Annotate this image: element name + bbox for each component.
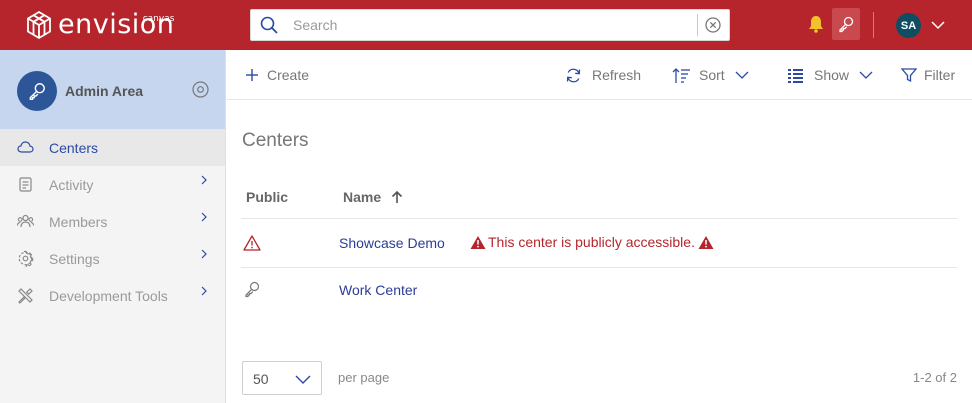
filter-icon — [901, 68, 917, 83]
public-warning: This center is publicly accessible. — [470, 234, 714, 250]
sidebar-item-members[interactable]: Members — [0, 203, 225, 240]
refresh-label: Refresh — [592, 67, 642, 83]
sidebar-item-label: Development Tools — [49, 288, 168, 304]
search-divider — [697, 14, 698, 36]
sidebar-item-development-tools[interactable]: Development Tools — [0, 277, 225, 314]
warning-filled-icon — [698, 235, 714, 249]
plus-icon — [246, 69, 258, 81]
activity-icon — [19, 177, 32, 192]
chevron-down-icon — [735, 71, 749, 79]
table-divider — [241, 218, 957, 219]
sidebar-item-activity[interactable]: Activity — [0, 166, 225, 203]
table-divider — [241, 267, 957, 268]
top-bar: envision canvas Search SA — [0, 0, 972, 50]
show-button[interactable]: Show — [787, 50, 873, 100]
refresh-button[interactable]: Refresh — [565, 50, 641, 100]
key-icon — [839, 16, 854, 33]
per-page-label: per page — [338, 370, 390, 385]
topbar-divider — [873, 12, 874, 38]
list-view-icon — [788, 68, 803, 83]
sort-ascending-icon — [391, 190, 403, 203]
toolbar: Create Refresh Sort Show Filter — [227, 50, 972, 100]
search-input[interactable] — [293, 11, 697, 39]
logo-text: envision canvas — [58, 10, 174, 40]
app-window: envision canvas Search SA Admin Area Cen… — [0, 0, 972, 403]
notifications-bell-icon[interactable] — [806, 14, 826, 34]
filter-button[interactable]: Filter — [901, 50, 955, 100]
warning-icon — [243, 235, 261, 251]
sort-icon — [672, 67, 690, 83]
target-icon[interactable] — [191, 80, 210, 99]
create-label: Create — [267, 67, 310, 83]
chevron-right-icon — [201, 286, 207, 296]
sort-label: Sort — [699, 67, 725, 83]
sidebar-header: Admin Area — [0, 50, 225, 129]
column-header-public[interactable]: Public — [246, 189, 288, 205]
chevron-down-icon — [859, 71, 873, 79]
chevron-right-icon — [201, 249, 207, 259]
user-avatar[interactable]: SA — [896, 13, 921, 38]
center-link[interactable]: Work Center — [339, 282, 417, 298]
admin-area-button[interactable] — [832, 8, 860, 40]
chevron-right-icon — [201, 212, 207, 222]
cloud-icon — [17, 141, 34, 153]
chevron-down-icon — [295, 375, 311, 384]
sidebar-item-label: Members — [49, 214, 108, 230]
refresh-icon — [566, 68, 581, 82]
chevron-down-icon[interactable] — [930, 18, 946, 32]
results-count: 1-2 of 2 — [912, 370, 957, 385]
sidebar-item-centers[interactable]: Centers — [0, 129, 225, 166]
page-title: Centers — [242, 130, 309, 151]
clear-search-icon[interactable] — [704, 16, 722, 34]
gear-icon — [18, 250, 34, 267]
warning-filled-icon — [470, 235, 486, 249]
column-header-label: Public — [246, 189, 289, 205]
sort-button[interactable]: Sort — [672, 50, 749, 100]
filter-label: Filter — [924, 67, 956, 83]
create-button[interactable]: Create — [245, 50, 309, 100]
sidebar-title: Admin Area — [65, 83, 144, 99]
tools-icon — [18, 288, 33, 304]
members-icon — [17, 214, 34, 228]
key-icon — [245, 281, 260, 298]
logo[interactable]: envision canvas — [24, 8, 174, 42]
sidebar-item-label: Settings — [49, 251, 100, 267]
page-size-select[interactable]: 50 — [242, 361, 322, 395]
sidebar-item-settings[interactable]: Settings — [0, 240, 225, 277]
logo-subtitle: canvas — [142, 14, 175, 24]
sidebar: Admin Area Centers Activity Members Sett… — [0, 50, 226, 403]
key-icon — [29, 83, 45, 101]
sidebar-item-label: Centers — [49, 140, 99, 156]
chevron-right-icon — [201, 175, 207, 185]
admin-area-avatar — [17, 71, 57, 111]
warning-text: This center is publicly accessible. — [488, 234, 695, 250]
sidebar-item-label: Activity — [49, 177, 94, 193]
search-box — [250, 9, 730, 41]
logo-mark-icon — [27, 10, 51, 40]
column-header-name[interactable]: Name — [343, 189, 403, 205]
search-icon[interactable] — [259, 15, 279, 35]
main-content: Create Refresh Sort Show Filter Centers … — [227, 50, 972, 403]
column-header-label: Name — [343, 189, 382, 205]
show-label: Show — [814, 67, 850, 83]
center-link[interactable]: Showcase Demo — [339, 235, 445, 251]
page-size-value: 50 — [253, 371, 269, 387]
